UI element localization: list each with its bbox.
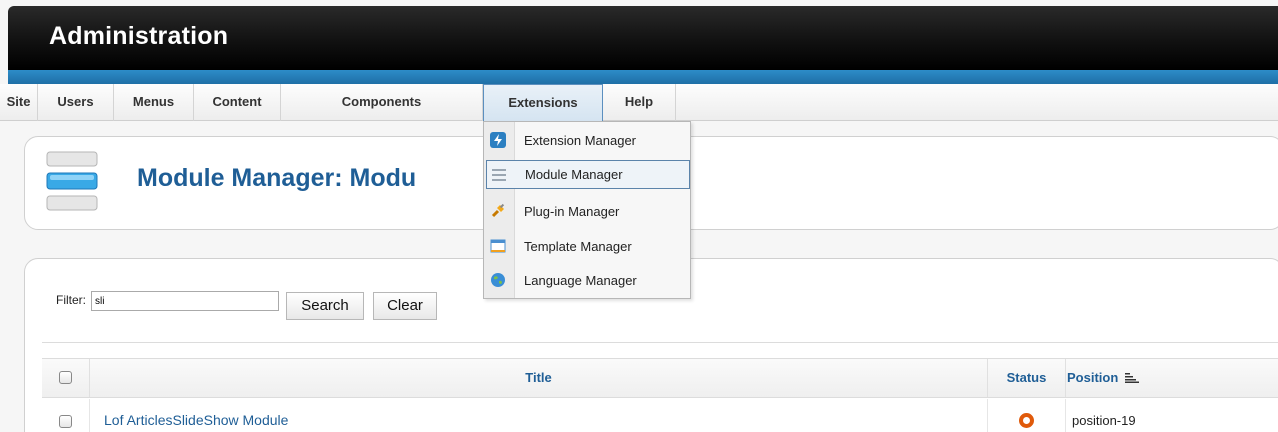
row-checkbox[interactable] xyxy=(59,415,72,428)
table-row: Lof ArticlesSlideShow Module position-19 xyxy=(42,399,1278,432)
position-value: position-19 xyxy=(1072,413,1136,428)
plugin-icon xyxy=(491,203,505,218)
header-band xyxy=(8,70,1278,84)
position-column-header[interactable]: Position xyxy=(1066,359,1278,397)
template-icon xyxy=(490,239,506,253)
divider xyxy=(42,342,1278,343)
menu-users[interactable]: Users xyxy=(38,84,114,121)
dropdown-item-label: Plug-in Manager xyxy=(524,204,620,219)
row-title-cell: Lof ArticlesSlideShow Module xyxy=(90,399,988,432)
row-status-cell xyxy=(988,399,1066,432)
language-icon xyxy=(491,273,505,287)
menu-extensions[interactable]: Extensions xyxy=(483,84,603,121)
title-column-header[interactable]: Title xyxy=(90,359,988,397)
row-select-cell xyxy=(42,399,90,432)
dropdown-item-extension-manager[interactable]: Extension Manager xyxy=(486,126,690,155)
menu-help[interactable]: Help xyxy=(603,84,676,121)
dropdown-item-label: Template Manager xyxy=(524,239,632,254)
select-all-cell xyxy=(42,359,90,397)
menu-site[interactable]: Site xyxy=(0,84,38,121)
row-position-cell: position-19 xyxy=(1066,399,1278,432)
position-header-label: Position xyxy=(1067,370,1119,385)
sort-icon xyxy=(1124,373,1139,383)
dropdown-item-label: Language Manager xyxy=(524,273,637,288)
search-button[interactable]: Search xyxy=(286,292,364,320)
select-all-checkbox[interactable] xyxy=(59,371,72,384)
header-title: Administration xyxy=(49,22,229,50)
main-menu-bar: Site Users Menus Content Components Exte… xyxy=(0,84,1278,121)
dropdown-item-module-manager[interactable]: Module Manager xyxy=(486,160,690,189)
page-title: Module Manager: Modu xyxy=(137,164,417,192)
admin-page: { "header": { "title": "Administration" … xyxy=(0,0,1278,432)
admin-header: Administration xyxy=(8,6,1278,70)
table-header: Title Status Position xyxy=(42,358,1278,398)
dropdown-item-label: Module Manager xyxy=(525,167,623,182)
menu-content[interactable]: Content xyxy=(194,84,281,121)
module-manager-large-icon xyxy=(46,151,98,211)
module-icon xyxy=(492,169,506,181)
menu-components[interactable]: Components xyxy=(281,84,483,121)
dropdown-item-plugin-manager[interactable]: Plug-in Manager xyxy=(486,197,690,226)
filter-label: Filter: xyxy=(56,293,86,307)
published-status-icon[interactable] xyxy=(1019,413,1034,428)
extension-icon xyxy=(490,132,506,148)
module-title-link[interactable]: Lof ArticlesSlideShow Module xyxy=(104,412,288,428)
filter-search-input[interactable] xyxy=(91,291,279,311)
clear-button[interactable]: Clear xyxy=(373,292,437,320)
dropdown-item-template-manager[interactable]: Template Manager xyxy=(486,232,690,261)
dropdown-item-label: Extension Manager xyxy=(524,133,637,148)
extensions-dropdown-menu: Extension Manager Module Manager Plug-in… xyxy=(483,121,691,299)
dropdown-item-language-manager[interactable]: Language Manager xyxy=(486,266,690,295)
menu-menus[interactable]: Menus xyxy=(114,84,194,121)
status-column-header[interactable]: Status xyxy=(988,359,1066,397)
